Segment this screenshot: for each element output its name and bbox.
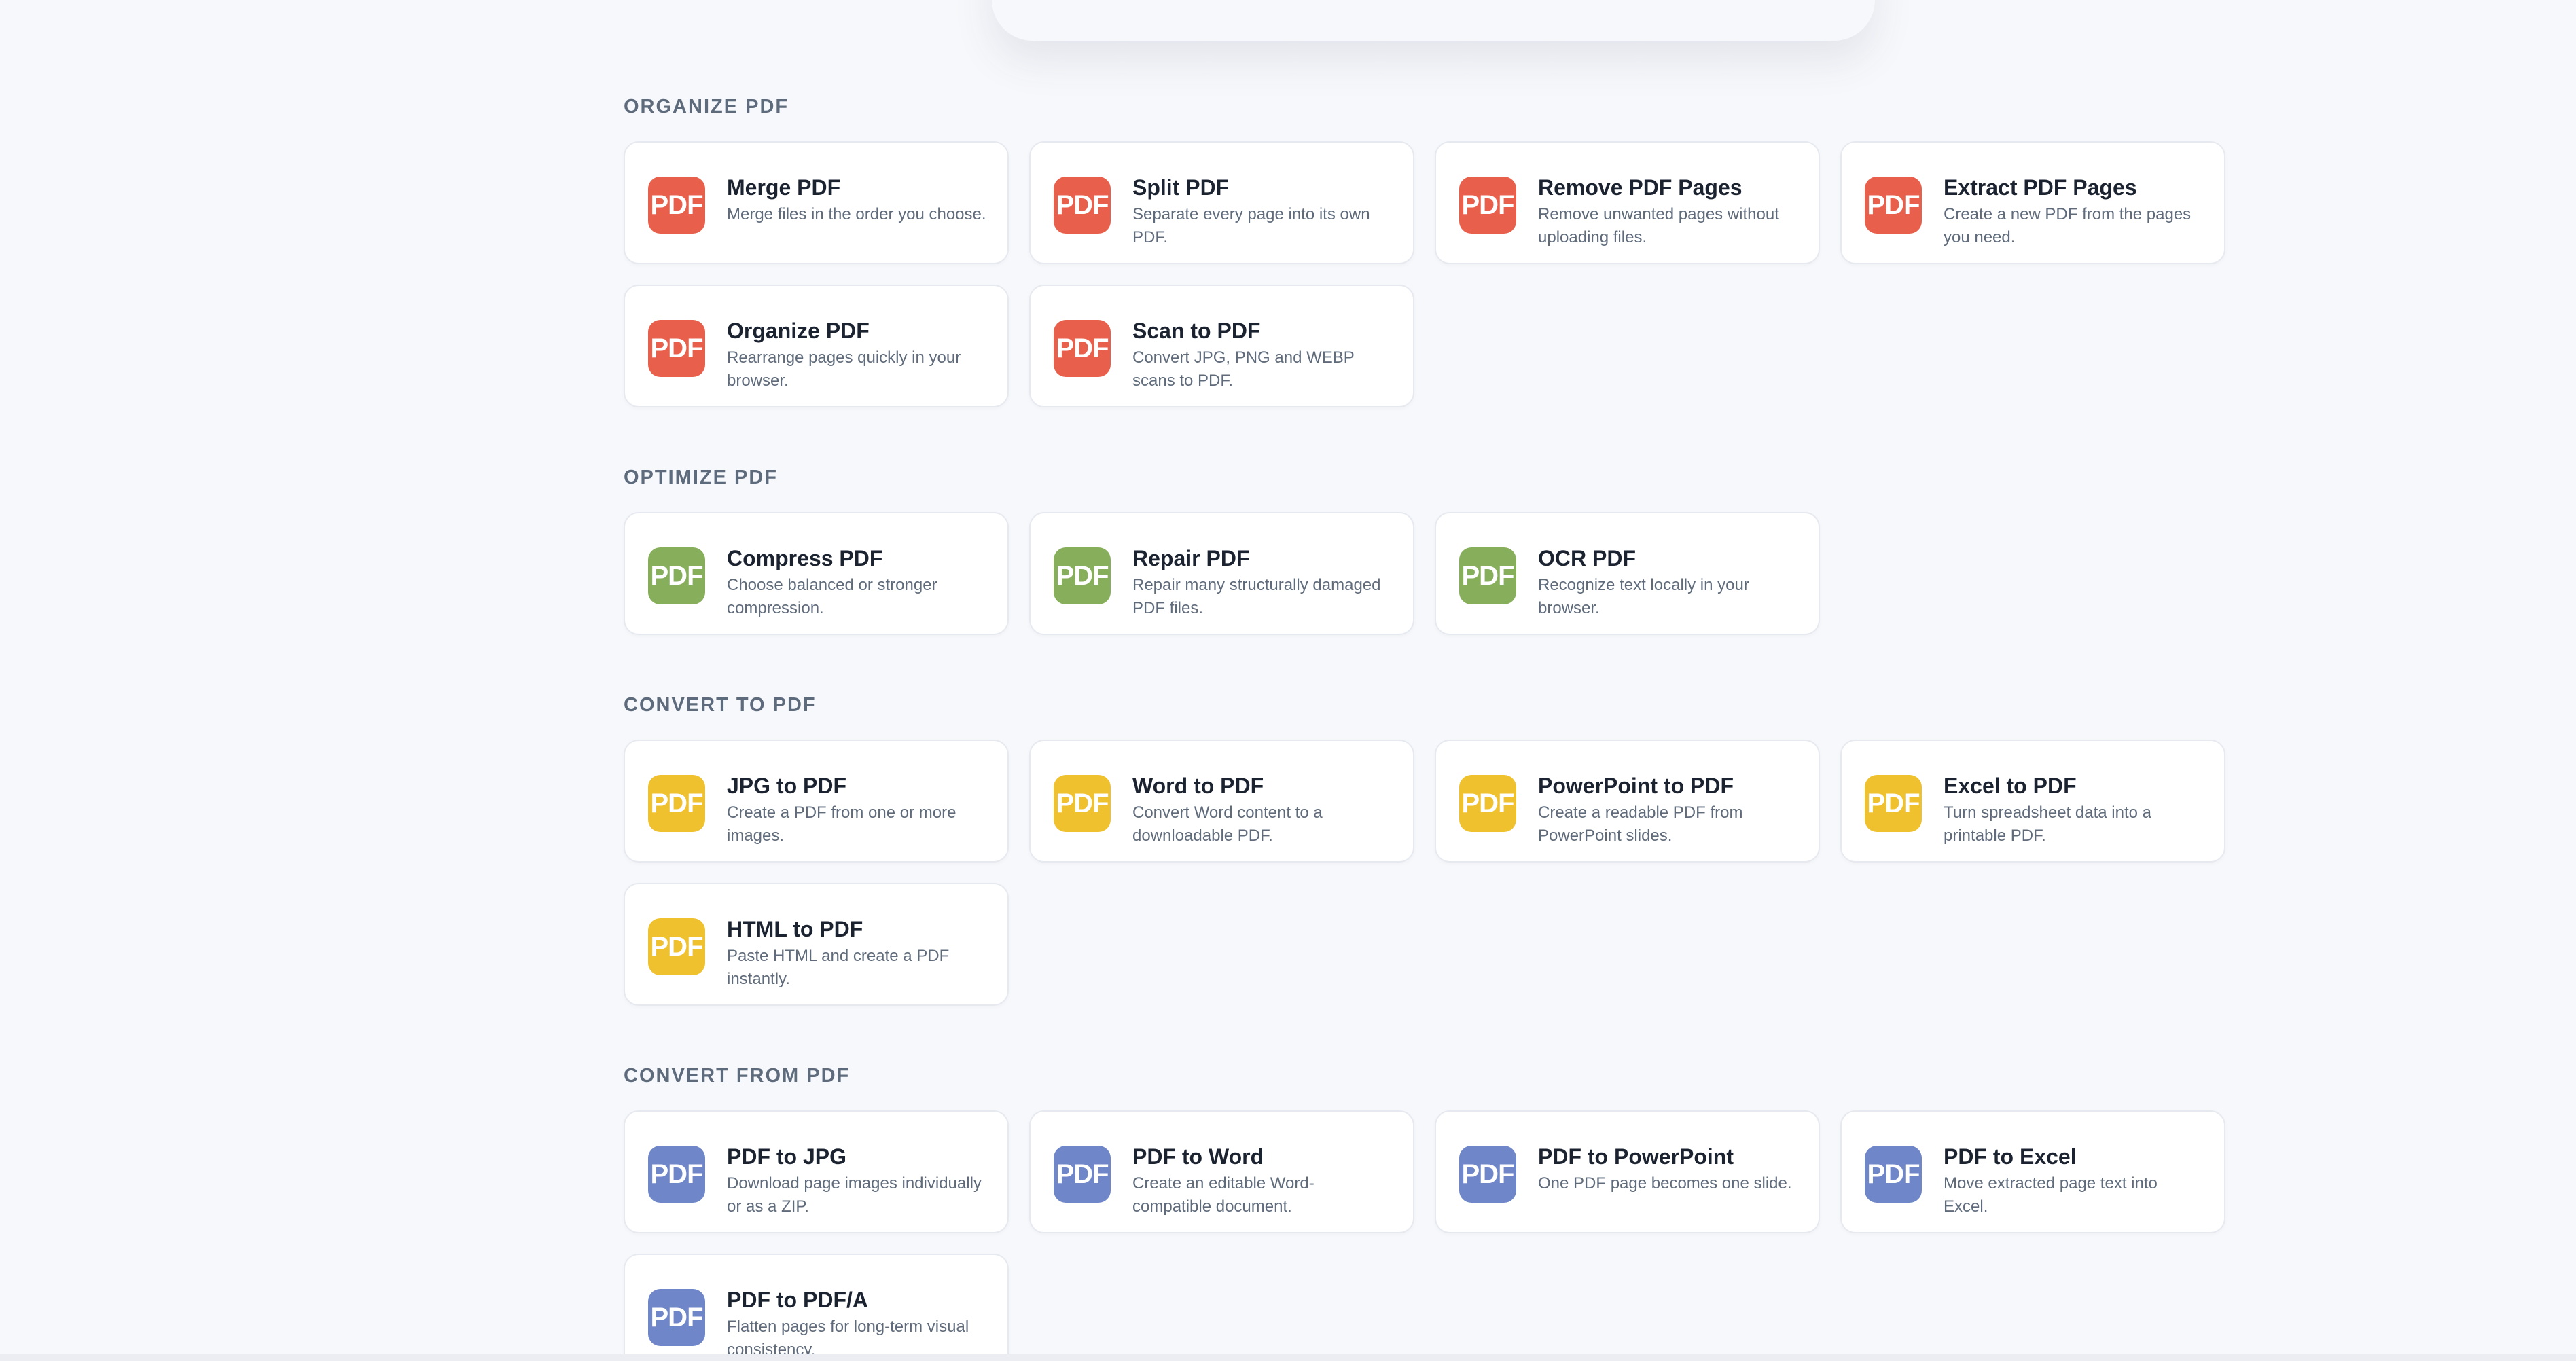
tool-card-pdf-to-excel[interactable]: PDF PDF to Excel Move extracted page tex… — [1840, 1110, 2225, 1233]
tool-title: Organize PDF — [727, 319, 870, 343]
pdf-file-icon: PDF — [648, 1146, 705, 1203]
tool-title: PDF to JPG — [727, 1144, 847, 1169]
section-title: ORGANIZE PDF — [624, 96, 789, 117]
tool-grid: PDF Compress PDF Choose balanced or stro… — [624, 512, 2227, 635]
tool-description: Remove unwanted pages without uploading … — [1538, 205, 1779, 247]
pdf-file-icon: PDF — [1054, 1146, 1111, 1203]
tools-page: ORGANIZE PDF PDF Merge PDF Merge files i… — [0, 0, 2576, 1361]
tool-description: Create a readable PDF from PowerPoint sl… — [1538, 803, 1743, 845]
pdf-file-icon: PDF — [648, 918, 705, 975]
pdf-file-icon: PDF — [1459, 1146, 1516, 1203]
tool-description: Download page images individually or as … — [727, 1174, 982, 1216]
section-optimize-pdf: OPTIMIZE PDF PDF Compress PDF Choose bal… — [624, 466, 2227, 635]
pdf-file-icon: PDF — [1865, 177, 1922, 234]
tool-card-compress-pdf[interactable]: PDF Compress PDF Choose balanced or stro… — [624, 512, 1009, 635]
section-convert-from-pdf: CONVERT FROM PDF PDF PDF to JPG Download… — [624, 1064, 2227, 1361]
pdf-file-icon: PDF — [1459, 177, 1516, 234]
tool-card-repair-pdf[interactable]: PDF Repair PDF Repair many structurally … — [1029, 512, 1414, 635]
tool-title: OCR PDF — [1538, 546, 1636, 570]
tool-title: Excel to PDF — [1944, 774, 2077, 798]
tool-title: Repair PDF — [1132, 546, 1250, 570]
tool-card-pdf-to-word[interactable]: PDF PDF to Word Create an editable Word-… — [1029, 1110, 1414, 1233]
tool-card-pdf-to-jpg[interactable]: PDF PDF to JPG Download page images indi… — [624, 1110, 1009, 1233]
tool-description: Merge files in the order you choose. — [727, 205, 986, 223]
section-title: CONVERT TO PDF — [624, 694, 817, 716]
pdf-file-icon: PDF — [648, 177, 705, 234]
tool-card-remove-pdf-pages[interactable]: PDF Remove PDF Pages Remove unwanted pag… — [1435, 141, 1820, 264]
tool-card-word-to-pdf[interactable]: PDF Word to PDF Convert Word content to … — [1029, 740, 1414, 863]
tool-card-ocr-pdf[interactable]: PDF OCR PDF Recognize text locally in yo… — [1435, 512, 1820, 635]
tool-title: Compress PDF — [727, 546, 883, 570]
tool-description: Create a new PDF from the pages you need… — [1944, 205, 2192, 247]
pdf-file-icon: PDF — [648, 1289, 705, 1346]
tool-card-excel-to-pdf[interactable]: PDF Excel to PDF Turn spreadsheet data i… — [1840, 740, 2225, 863]
pdf-file-icon: PDF — [1054, 320, 1111, 377]
tool-card-html-to-pdf[interactable]: PDF HTML to PDF Paste HTML and create a … — [624, 883, 1009, 1006]
tool-title: PowerPoint to PDF — [1538, 774, 1734, 798]
pdf-file-icon: PDF — [1054, 177, 1111, 234]
tool-title: Scan to PDF — [1132, 319, 1261, 343]
tool-title: JPG to PDF — [727, 774, 847, 798]
pdf-file-icon: PDF — [1865, 1146, 1922, 1203]
pdf-file-icon: PDF — [1865, 775, 1922, 832]
pdf-file-icon: PDF — [648, 320, 705, 377]
tool-description: Repair many structurally damaged PDF fil… — [1132, 576, 1381, 617]
tool-description: Create an editable Word-compatible docum… — [1132, 1174, 1314, 1216]
tool-card-powerpoint-to-pdf[interactable]: PDF PowerPoint to PDF Create a readable … — [1435, 740, 1820, 863]
tool-card-pdf-to-pdfa[interactable]: PDF PDF to PDF/A Flatten pages for long-… — [624, 1254, 1009, 1361]
tool-card-organize-pdf[interactable]: PDF Organize PDF Rearrange pages quickly… — [624, 285, 1009, 407]
tools-content: ORGANIZE PDF PDF Merge PDF Merge files i… — [624, 95, 2227, 1361]
section-title: OPTIMIZE PDF — [624, 467, 778, 488]
tool-title: PDF to Word — [1132, 1144, 1264, 1169]
tool-title: Word to PDF — [1132, 774, 1264, 798]
footer-edge — [0, 1354, 2576, 1361]
tool-description: Turn spreadsheet data into a printable P… — [1944, 803, 2151, 845]
pdf-file-icon: PDF — [1054, 775, 1111, 832]
tool-card-pdf-to-powerpoint[interactable]: PDF PDF to PowerPoint One PDF page becom… — [1435, 1110, 1820, 1233]
tool-title: PDF to Excel — [1944, 1144, 2077, 1169]
tool-description: Choose balanced or stronger compression. — [727, 576, 937, 617]
tool-description: Convert JPG, PNG and WEBP scans to PDF. — [1132, 348, 1355, 390]
section-title: CONVERT FROM PDF — [624, 1065, 851, 1087]
tool-card-merge-pdf[interactable]: PDF Merge PDF Merge files in the order y… — [624, 141, 1009, 264]
tool-grid: PDF JPG to PDF Create a PDF from one or … — [624, 740, 2227, 1006]
tool-card-jpg-to-pdf[interactable]: PDF JPG to PDF Create a PDF from one or … — [624, 740, 1009, 863]
header-shadow — [992, 0, 1875, 41]
tool-description: Convert Word content to a downloadable P… — [1132, 803, 1323, 845]
tool-card-extract-pdf-pages[interactable]: PDF Extract PDF Pages Create a new PDF f… — [1840, 141, 2225, 264]
tool-grid: PDF PDF to JPG Download page images indi… — [624, 1110, 2227, 1361]
tool-title: PDF to PDF/A — [727, 1288, 868, 1312]
tool-description: Recognize text locally in your browser. — [1538, 576, 1749, 617]
section-convert-to-pdf: CONVERT TO PDF PDF JPG to PDF Create a P… — [624, 693, 2227, 1006]
tool-description: Move extracted page text into Excel. — [1944, 1174, 2158, 1216]
tool-title: PDF to PowerPoint — [1538, 1144, 1734, 1169]
tool-title: Split PDF — [1132, 175, 1230, 200]
tool-description: One PDF page becomes one slide. — [1538, 1174, 1792, 1193]
tool-description: Separate every page into its own PDF. — [1132, 205, 1370, 247]
pdf-file-icon: PDF — [1459, 775, 1516, 832]
pdf-file-icon: PDF — [648, 775, 705, 832]
section-organize-pdf: ORGANIZE PDF PDF Merge PDF Merge files i… — [624, 95, 2227, 407]
pdf-file-icon: PDF — [1054, 547, 1111, 604]
tool-description: Rearrange pages quickly in your browser. — [727, 348, 961, 390]
tool-title: HTML to PDF — [727, 917, 863, 941]
tool-card-scan-to-pdf[interactable]: PDF Scan to PDF Convert JPG, PNG and WEB… — [1029, 285, 1414, 407]
tool-title: Extract PDF Pages — [1944, 175, 2137, 200]
pdf-file-icon: PDF — [1459, 547, 1516, 604]
tool-grid: PDF Merge PDF Merge files in the order y… — [624, 141, 2227, 407]
pdf-file-icon: PDF — [648, 547, 705, 604]
tool-description: Create a PDF from one or more images. — [727, 803, 956, 845]
tool-title: Remove PDF Pages — [1538, 175, 1742, 200]
tool-title: Merge PDF — [727, 175, 841, 200]
tool-card-split-pdf[interactable]: PDF Split PDF Separate every page into i… — [1029, 141, 1414, 264]
tool-description: Paste HTML and create a PDF instantly. — [727, 947, 950, 988]
